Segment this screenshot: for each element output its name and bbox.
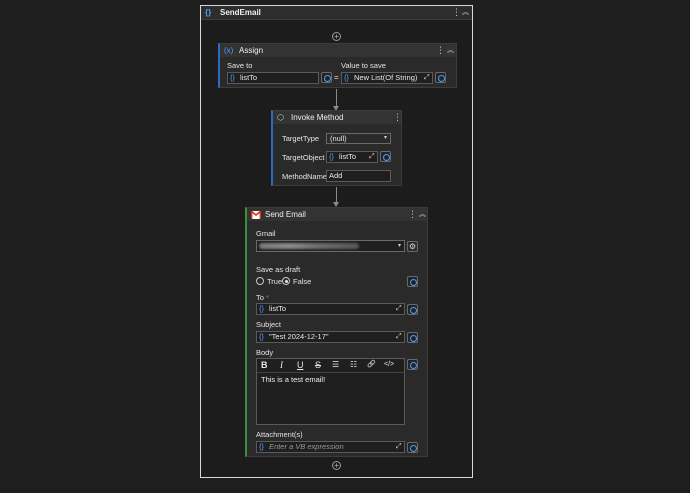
invoke-method-activity[interactable]: ⬡ Invoke Method ⋮ TargetType (null) ▾ Ta… [271, 110, 402, 186]
value-braces-icon: {} [344, 73, 350, 82]
attachments-plus-button[interactable] [407, 442, 418, 453]
target-type-dropdown-icon: ▾ [383, 135, 387, 141]
assign-title: Assign [239, 46, 264, 55]
send-email-menu-icon[interactable]: ⋮ [408, 210, 417, 219]
attachments-field[interactable]: {} Enter a VB expression ⤢ [256, 441, 405, 453]
assign-header: (x) Assign ⋮ ︽ [220, 44, 456, 57]
attachments-braces-icon: {} [259, 442, 265, 451]
save-as-draft-label: Save as draft [256, 265, 301, 274]
target-type-label: TargetType [282, 134, 320, 143]
body-text: This is a test email! [261, 375, 326, 384]
method-name-value: Add [329, 171, 343, 180]
toolbar-divider [257, 372, 404, 373]
to-braces-icon: {} [259, 304, 265, 313]
to-field[interactable]: {} listTo ⤢ [256, 303, 405, 315]
target-type-value: (null) [330, 134, 347, 143]
save-to-label: Save to [227, 61, 253, 70]
target-object-expand-icon[interactable]: ⤢ [369, 152, 375, 162]
save-to-field[interactable]: {} listTo [227, 72, 319, 84]
send-email-header: Send Email ⋮ ︽ [247, 208, 427, 221]
invoke-menu-icon[interactable]: ⋮ [393, 113, 402, 122]
draft-true-label: True [267, 277, 283, 286]
value-to-save-value: New List(Of String) [354, 73, 418, 82]
attachments-placeholder: Enter a VB expression [269, 442, 344, 451]
sequence-braces-icon: {} [205, 8, 212, 17]
sequence-header[interactable]: {} SendEmail ⋮ ︽ [201, 6, 472, 20]
assign-menu-icon[interactable]: ⋮ [436, 46, 445, 55]
save-to-braces-icon: {} [230, 73, 236, 82]
gmail-dropdown-icon: ▾ [397, 243, 401, 249]
invoke-header: ⬡ Invoke Method ⋮ [273, 111, 402, 124]
assign-collapse-icon[interactable]: ︽ [447, 47, 454, 54]
equals-sign: = [334, 73, 339, 82]
body-editor[interactable]: B I U S ☰ ☷ 🔗 </> This is a test email! [256, 358, 405, 425]
body-label: Body [256, 348, 274, 357]
subject-braces-icon: {} [259, 332, 265, 341]
send-email-collapse-icon[interactable]: ︽ [419, 211, 426, 218]
value-to-save-field[interactable]: {} New List(Of String) ⤢ [341, 72, 433, 84]
target-object-value: listTo [339, 152, 357, 161]
gmail-settings-gear-icon[interactable]: ⚙ [407, 241, 418, 252]
workflow-canvas: {} SendEmail ⋮ ︽ + (x) Assign ⋮ ︽ Save t… [200, 5, 473, 478]
numbered-list-icon[interactable]: ☷ [350, 360, 357, 369]
to-expand-icon[interactable]: ⤢ [396, 304, 402, 314]
subject-expand-icon[interactable]: ⤢ [396, 332, 402, 342]
link-icon[interactable]: 🔗 [367, 360, 376, 368]
bullet-list-icon[interactable]: ☰ [332, 360, 339, 369]
body-plus-button[interactable] [407, 359, 418, 370]
to-value: listTo [269, 304, 287, 313]
draft-true-radio[interactable] [256, 277, 264, 285]
target-type-select[interactable]: (null) ▾ [326, 133, 391, 144]
method-name-field[interactable]: Add [326, 170, 391, 182]
gmail-label: Gmail [256, 229, 276, 238]
sequence-collapse-icon[interactable]: ︽ [462, 9, 469, 16]
to-label: To * [256, 293, 269, 302]
to-required-mark: * [266, 293, 269, 302]
target-object-field[interactable]: {} listTo ⤢ [326, 151, 378, 163]
invoke-cube-icon: ⬡ [277, 113, 284, 122]
gmail-icon [251, 211, 261, 219]
subject-plus-button[interactable] [407, 332, 418, 343]
target-object-braces-icon: {} [329, 152, 335, 161]
send-email-activity[interactable]: Send Email ⋮ ︽ Gmail ▾ ⚙ Save as draft T… [245, 207, 428, 457]
bold-button[interactable]: B [261, 360, 268, 370]
redacted-email [259, 243, 359, 249]
draft-plus-button[interactable] [407, 276, 418, 287]
subject-field[interactable]: {} "Test 2024-12-17" ⤢ [256, 331, 405, 343]
subject-label: Subject [256, 320, 282, 329]
save-to-plus-button[interactable] [321, 72, 332, 83]
add-activity-bottom-icon[interactable]: + [332, 461, 341, 470]
value-to-save-label: Value to save [341, 61, 386, 70]
target-object-label: TargetObject [282, 153, 325, 162]
attachments-expand-icon[interactable]: ⤢ [396, 442, 402, 452]
add-activity-top-icon[interactable]: + [332, 32, 341, 41]
strikethrough-button[interactable]: S [315, 360, 321, 370]
draft-false-label: False [293, 277, 312, 286]
sequence-title: SendEmail [220, 8, 261, 17]
italic-button[interactable]: I [280, 360, 283, 370]
save-to-value: listTo [240, 73, 258, 82]
gmail-account-select[interactable]: ▾ [256, 240, 405, 252]
value-plus-button[interactable] [435, 72, 446, 83]
underline-button[interactable]: U [297, 360, 304, 370]
value-expand-icon[interactable]: ⤢ [424, 73, 430, 83]
attachments-label: Attachment(s) [256, 430, 303, 439]
assign-activity[interactable]: (x) Assign ⋮ ︽ Save to Value to save {} l… [218, 43, 457, 88]
code-icon[interactable]: </> [384, 361, 394, 368]
to-plus-button[interactable] [407, 304, 418, 315]
send-email-title: Send Email [265, 210, 306, 219]
subject-value: "Test 2024-12-17" [269, 332, 329, 341]
target-object-plus-button[interactable] [380, 151, 391, 162]
method-name-label: MethodName [282, 172, 328, 181]
assign-icon: (x) [224, 46, 234, 55]
sequence-menu-icon[interactable]: ⋮ [452, 8, 461, 17]
draft-false-radio[interactable] [282, 277, 290, 285]
invoke-title: Invoke Method [291, 113, 344, 122]
